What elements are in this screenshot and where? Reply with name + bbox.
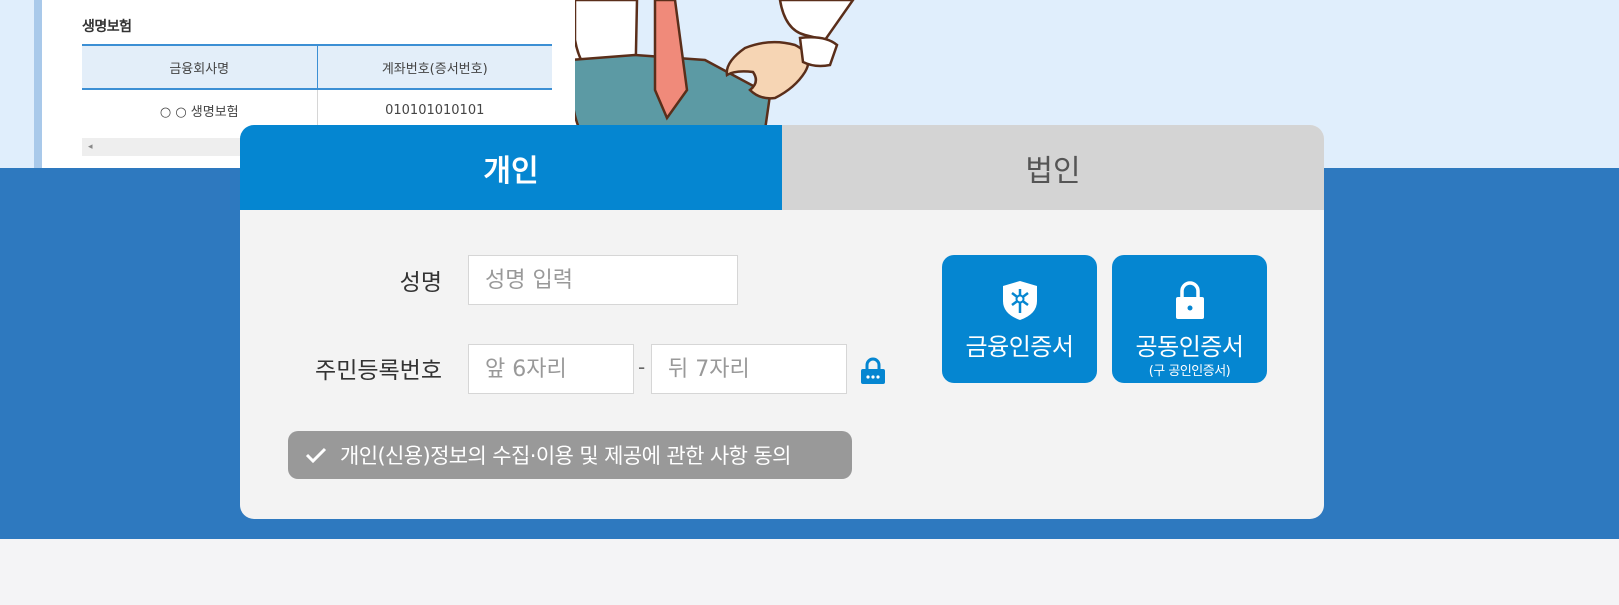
secure-keyboard-lock-icon[interactable]: [860, 357, 886, 385]
table-cell: 010101010101: [385, 102, 485, 118]
consent-label: 개인(신용)정보의 수집·이용 및 제공에 관한 사항 동의: [340, 444, 791, 468]
table-cell: ○ ○ 생명보험: [82, 90, 318, 130]
user-type-tabs: 개인 법인: [240, 125, 1324, 210]
name-label: 성명: [399, 270, 442, 296]
resident-number-back-input[interactable]: [651, 344, 847, 394]
joint-certificate-sublabel: (구 공인인증서): [1148, 364, 1231, 379]
document-table-header: 금융회사명 계좌번호(증서번호): [82, 44, 552, 90]
financial-certificate-label: 금융인증서: [965, 333, 1074, 361]
document-title: 생명보험: [82, 19, 132, 35]
login-card: 개인 법인 성명 주민등록번호 - 개인(신용)정보의 수집·이용 및 제공에 …: [240, 125, 1324, 519]
consent-checkbox[interactable]: 개인(신용)정보의 수집·이용 및 제공에 관한 사항 동의: [288, 431, 852, 479]
lock-icon: [1175, 281, 1204, 319]
tab-corporation[interactable]: 법인: [782, 125, 1324, 210]
check-icon: [305, 447, 327, 464]
document-scrollbar[interactable]: ◂: [82, 138, 242, 156]
businessman-illustration: [575, 0, 855, 130]
column-header: 금융회사명: [82, 46, 318, 88]
joint-certificate-button[interactable]: 공동인증서 (구 공인인증서): [1112, 255, 1267, 383]
resident-number-label: 주민등록번호: [315, 358, 442, 384]
resident-number-front-input[interactable]: [468, 344, 634, 394]
name-input[interactable]: [468, 255, 738, 305]
scroll-left-arrow-icon[interactable]: ◂: [88, 142, 93, 152]
financial-certificate-button[interactable]: 금융인증서: [942, 255, 1097, 383]
column-header: 계좌번호(증서번호): [381, 61, 488, 77]
footer-background: [0, 539, 1619, 605]
table-row: ○ ○ 생명보험 010101010101: [82, 90, 552, 130]
resident-number-separator: -: [638, 355, 646, 379]
joint-certificate-label: 공동인증서: [1135, 333, 1244, 361]
tab-individual[interactable]: 개인: [240, 125, 782, 210]
document-table: 금융회사명 계좌번호(증서번호) ○ ○ 생명보험 010101010101: [82, 44, 552, 130]
shield-key-icon: [1002, 281, 1037, 320]
